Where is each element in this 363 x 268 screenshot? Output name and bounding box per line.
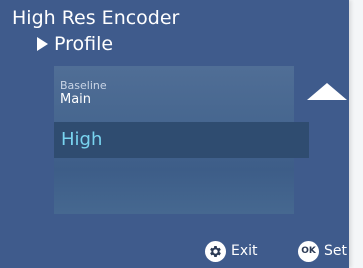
footer-bar: Exit OK Set: [0, 240, 349, 264]
selected-list-item[interactable]: High: [54, 122, 309, 158]
list-item-value: Main: [60, 92, 92, 107]
page-title: High Res Encoder: [12, 7, 180, 29]
page-subtitle: Profile: [37, 33, 113, 55]
exit-button[interactable]: Exit: [205, 240, 258, 262]
ok-icon: OK: [298, 240, 319, 262]
scroll-up-arrow-icon[interactable]: [307, 83, 347, 100]
selected-item-label: High: [61, 129, 103, 150]
gear-icon: [205, 240, 226, 262]
list-item-caption: Baseline: [60, 79, 107, 92]
exit-label: Exit: [231, 243, 258, 259]
encoder-screen: High Res Encoder Profile Baseline Main H…: [0, 0, 349, 268]
set-button[interactable]: OK Set: [298, 240, 347, 262]
play-arrow-icon: [37, 37, 48, 51]
list-item[interactable]: Baseline Main: [60, 79, 288, 108]
set-label: Set: [324, 243, 347, 259]
subtitle-label: Profile: [54, 33, 114, 55]
